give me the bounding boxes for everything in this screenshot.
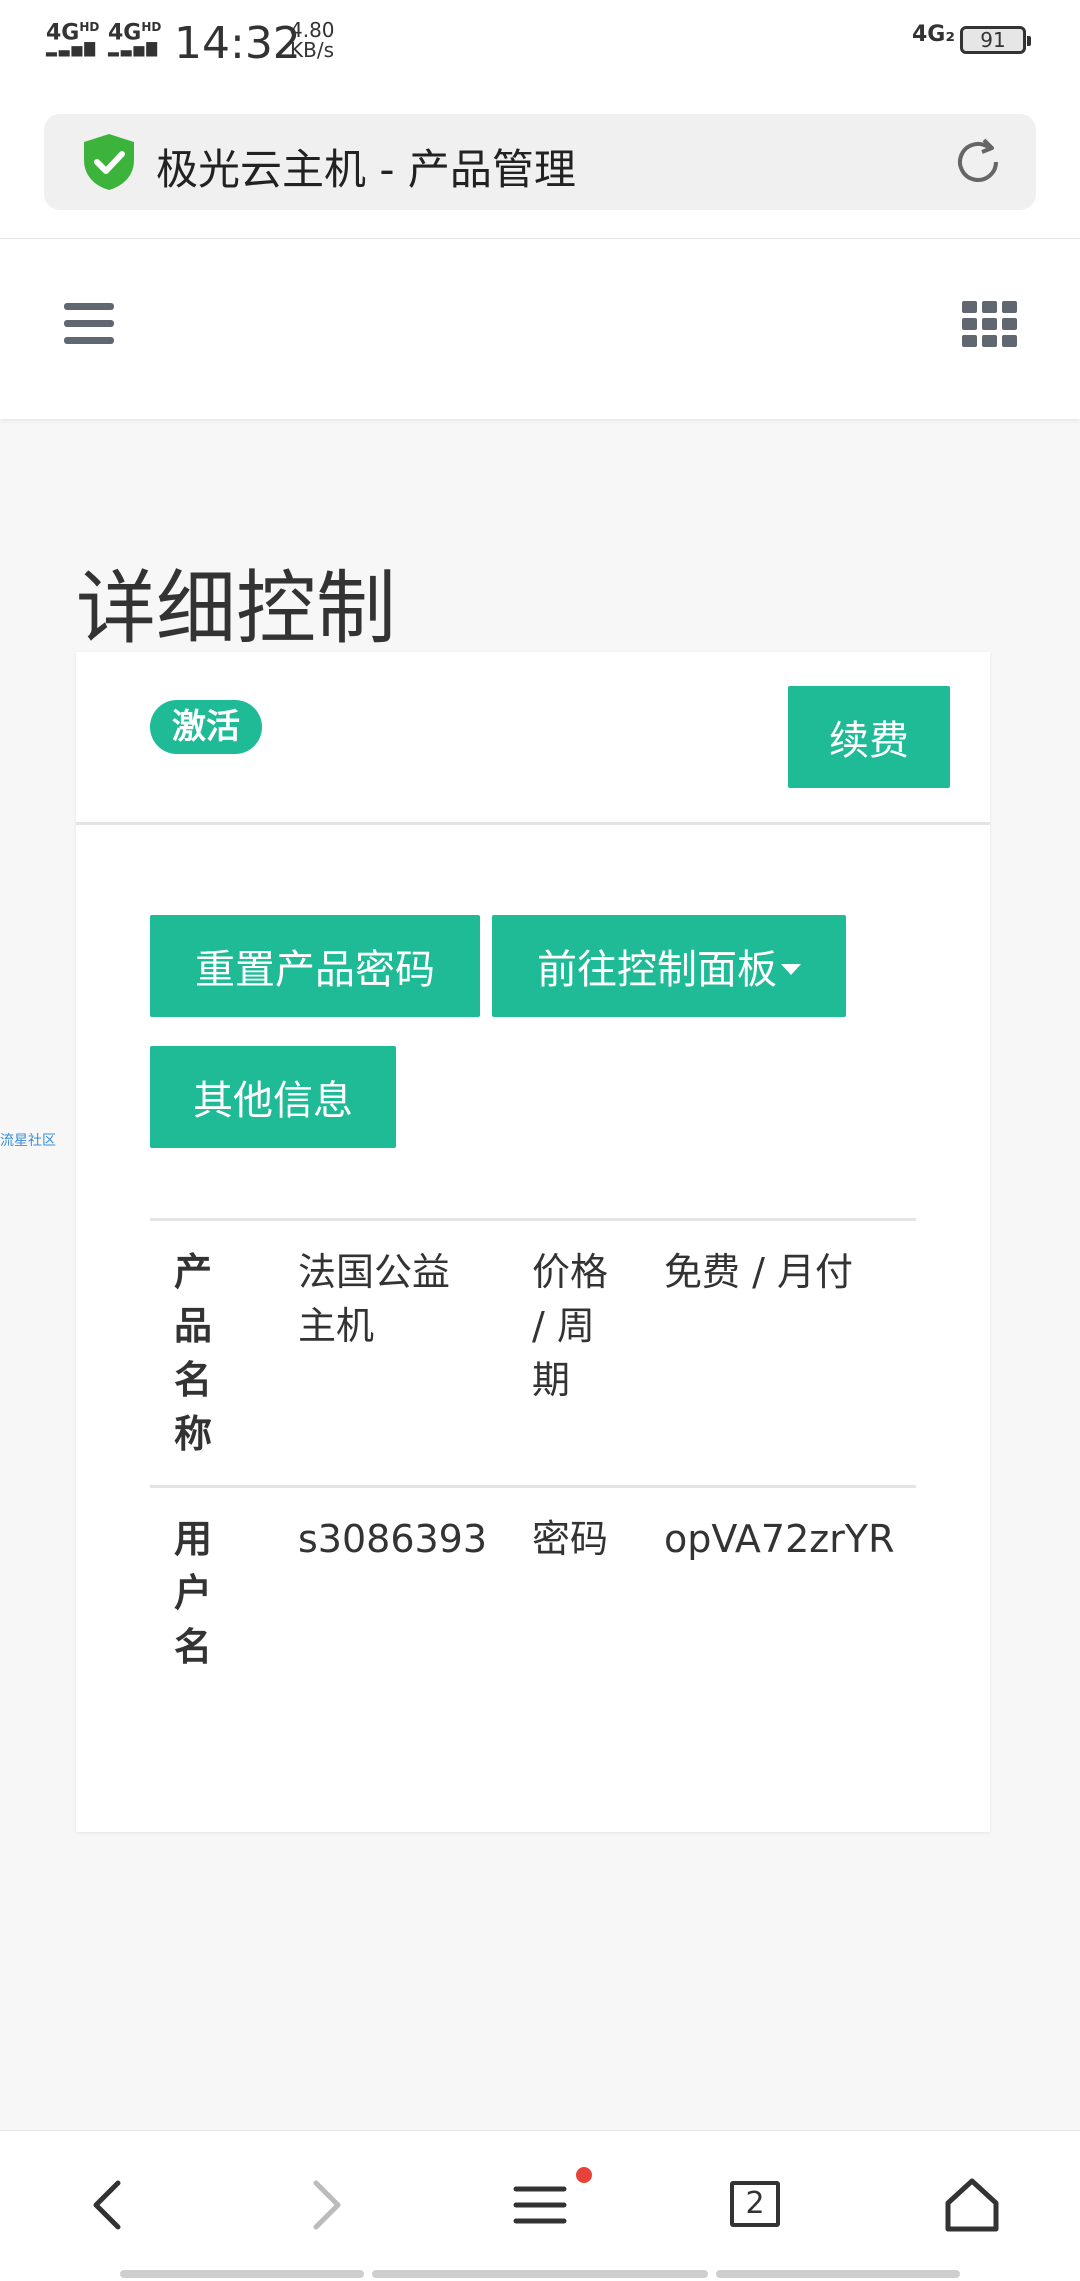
table-value: 免费 / 月付 — [664, 1250, 853, 1294]
control-panel-dropdown[interactable]: 前往控制面板 — [492, 915, 846, 1017]
reload-icon[interactable] — [950, 134, 1006, 190]
notification-dot — [576, 2167, 592, 2183]
table-label: 密码 — [532, 1517, 609, 1561]
card-header: 激活 续费 — [76, 652, 990, 825]
status-badge: 激活 — [150, 700, 262, 754]
renew-button[interactable]: 续费 — [788, 686, 950, 788]
site-navbar — [0, 239, 1080, 419]
address-bar[interactable]: 极光云主机 - 产品管理 — [44, 114, 1036, 210]
shield-check-icon[interactable] — [80, 132, 138, 192]
gesture-bar — [716, 2270, 960, 2278]
grid-icon[interactable] — [962, 301, 1018, 347]
table-label: 用户名 — [174, 1517, 213, 1669]
hamburger-icon[interactable] — [64, 303, 114, 347]
product-card: 激活 续费 重置产品密码 前往控制面板 其他信息 产品名称 法国公益主机 价格 … — [76, 652, 990, 1832]
gesture-bar — [372, 2270, 708, 2278]
network-type: 4G₂ — [912, 22, 956, 47]
page-url-title[interactable]: 极光云主机 - 产品管理 — [156, 136, 576, 197]
reset-password-button[interactable]: 重置产品密码 — [150, 915, 480, 1017]
page-title: 详细控制 — [76, 561, 396, 655]
forward-icon[interactable] — [294, 2175, 354, 2235]
table-value: opVA72zrYR — [664, 1517, 895, 1561]
signal-2: 4GHD ▂▃▅▇ — [108, 20, 162, 58]
signal-bars-icon: ▂▃▅▇ — [108, 41, 160, 58]
table-row: 产品名称 法国公益主机 价格 / 周期 免费 / 月付 — [150, 1218, 916, 1485]
battery-icon: 91 — [960, 26, 1031, 54]
other-info-button[interactable]: 其他信息 — [150, 1046, 396, 1148]
caret-down-icon — [781, 963, 801, 975]
signal-1: 4GHD ▂▃▅▇ — [46, 20, 100, 58]
table-row: 用户名 s3086393 密码 opVA72zrYR — [150, 1485, 916, 1708]
browser-bottom-bar: 2 — [0, 2130, 1080, 2281]
status-bar: 4GHD ▂▃▅▇ 4GHD ▂▃▅▇ 14:32 4.80 KB/s 4G₂ … — [0, 0, 1080, 82]
table-value: 法国公益主机 — [298, 1250, 451, 1348]
table-value: s3086393 — [298, 1517, 488, 1561]
tabs-icon[interactable]: 2 — [730, 2181, 780, 2227]
gesture-bar — [120, 2270, 364, 2278]
product-info-table: 产品名称 法国公益主机 价格 / 周期 免费 / 月付 用户名 s3086393… — [150, 1218, 916, 1708]
menu-icon[interactable] — [510, 2175, 570, 2235]
back-icon[interactable] — [80, 2175, 140, 2235]
signal-bars-icon: ▂▃▅▇ — [46, 41, 98, 58]
clock: 14:32 — [174, 18, 301, 69]
table-label: 产品名称 — [174, 1250, 213, 1456]
side-link[interactable]: 流星社区 — [0, 1130, 56, 1150]
browser-header: 极光云主机 - 产品管理 — [0, 82, 1080, 239]
home-icon[interactable] — [942, 2175, 1002, 2235]
network-speed: 4.80 KB/s — [290, 18, 335, 62]
table-label: 价格 / 周期 — [532, 1250, 609, 1402]
